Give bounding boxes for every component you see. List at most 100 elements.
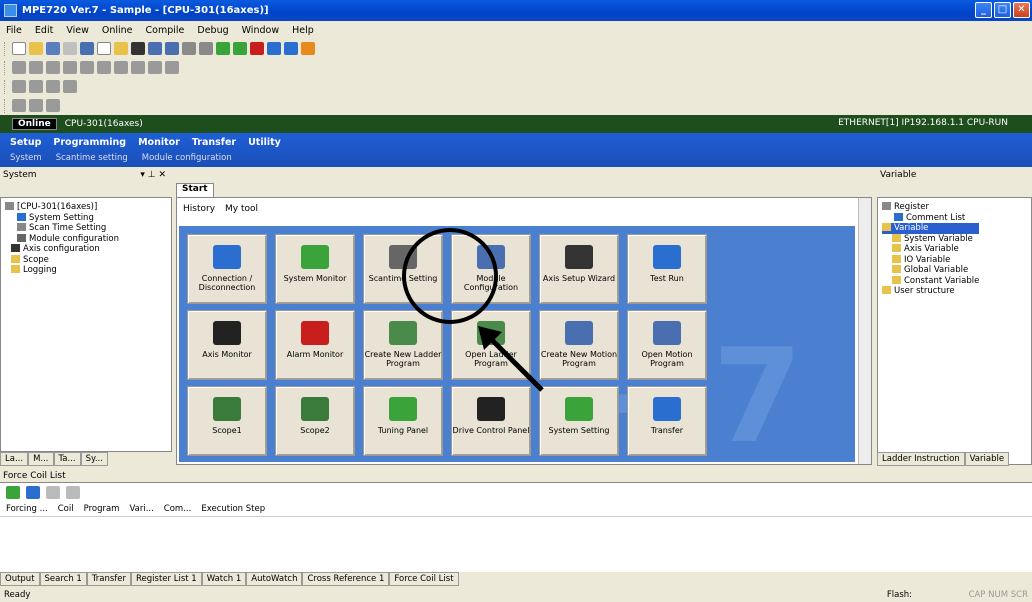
comment-icon[interactable]: [46, 80, 60, 93]
tile-axis-monitor[interactable]: Axis Monitor: [187, 310, 267, 380]
output-tab[interactable]: AutoWatch: [246, 572, 303, 586]
output-tab[interactable]: Search 1: [39, 572, 87, 586]
save-icon[interactable]: [46, 42, 60, 55]
tile-connection[interactable]: Connection / Disconnection: [187, 234, 267, 304]
tree-item[interactable]: Register: [882, 202, 979, 213]
menu-online[interactable]: Online: [102, 25, 133, 36]
tab-m[interactable]: M...: [28, 452, 54, 466]
tile-axis-wizard[interactable]: Axis Setup Wizard: [539, 234, 619, 304]
new-file-icon[interactable]: [12, 42, 26, 55]
menu-help[interactable]: Help: [292, 25, 314, 36]
column-header[interactable]: Vari...: [129, 504, 153, 514]
tree-item[interactable]: Constant Variable: [882, 275, 979, 287]
bookmark-icon[interactable]: [46, 99, 60, 112]
find-icon[interactable]: [182, 42, 196, 55]
tree-item[interactable]: Comment List: [882, 212, 979, 224]
output-tab[interactable]: Register List 1: [131, 572, 202, 586]
contact-nc-icon[interactable]: [29, 61, 43, 74]
tab-ladder-instruction[interactable]: Ladder Instruction: [877, 452, 965, 466]
coil-icon[interactable]: [46, 61, 60, 74]
tree-item[interactable]: System Setting: [5, 212, 119, 224]
label-icon[interactable]: [63, 80, 77, 93]
subtab-module-config[interactable]: Module configuration: [142, 153, 232, 163]
redo-icon[interactable]: [165, 42, 179, 55]
tile-scope1[interactable]: Scope1: [187, 386, 267, 456]
menu-file[interactable]: File: [6, 25, 22, 36]
print-icon[interactable]: [63, 42, 77, 55]
tab-programming[interactable]: Programming: [53, 137, 126, 148]
menu-debug[interactable]: Debug: [197, 25, 228, 36]
menu-view[interactable]: View: [66, 25, 89, 36]
replace-icon[interactable]: [199, 42, 213, 55]
tree-item[interactable]: User structure: [882, 286, 979, 297]
grid-icon[interactable]: [29, 99, 43, 112]
tree-item[interactable]: Axis Variable: [882, 244, 979, 255]
menu-compile[interactable]: Compile: [146, 25, 185, 36]
enable-icon[interactable]: [46, 486, 60, 499]
cut-icon[interactable]: [80, 42, 94, 55]
function-icon[interactable]: [63, 61, 77, 74]
tab-setup[interactable]: Setup: [10, 137, 41, 148]
copy-icon[interactable]: [97, 42, 111, 55]
column-header[interactable]: Coil: [58, 504, 74, 514]
open-file-icon[interactable]: [29, 42, 43, 55]
subtab-system[interactable]: System: [10, 153, 42, 163]
stop-icon[interactable]: [250, 42, 264, 55]
output-tab[interactable]: Transfer: [86, 572, 132, 586]
timer-icon[interactable]: [148, 61, 162, 74]
column-header[interactable]: Forcing ...: [6, 504, 48, 514]
logic-icon[interactable]: [131, 61, 145, 74]
subtab-scantime[interactable]: Scantime setting: [56, 153, 128, 163]
tree-item[interactable]: Scope: [5, 254, 119, 266]
add-coil-icon[interactable]: [6, 486, 20, 499]
upload-icon[interactable]: [284, 42, 298, 55]
online-icon[interactable]: [301, 42, 315, 55]
disable-icon[interactable]: [66, 486, 80, 499]
tab-start[interactable]: Start: [176, 183, 214, 197]
tab-monitor[interactable]: Monitor: [138, 137, 180, 148]
tile-open-motion[interactable]: Open Motion Program: [627, 310, 707, 380]
branch-icon[interactable]: [29, 80, 43, 93]
menu-edit[interactable]: Edit: [35, 25, 53, 36]
output-tab[interactable]: Cross Reference 1: [302, 572, 390, 586]
contact-no-icon[interactable]: [12, 61, 26, 74]
counter-icon[interactable]: [165, 61, 179, 74]
delete-icon[interactable]: [131, 42, 145, 55]
tree-item[interactable]: Global Variable: [882, 265, 979, 276]
tab-utility[interactable]: Utility: [248, 137, 281, 148]
tab-transfer[interactable]: Transfer: [192, 137, 236, 148]
tab-sy[interactable]: Sy...: [80, 452, 108, 466]
tile-test-run[interactable]: Test Run: [627, 234, 707, 304]
vertical-scrollbar[interactable]: [858, 198, 871, 464]
menu-window[interactable]: Window: [242, 25, 279, 36]
tile-scope2[interactable]: Scope2: [275, 386, 355, 456]
tree-item[interactable]: Logging: [5, 265, 119, 276]
tile-alarm-monitor[interactable]: Alarm Monitor: [275, 310, 355, 380]
tree-item[interactable]: Axis configuration: [5, 244, 119, 255]
tree-item[interactable]: IO Variable: [882, 254, 979, 266]
minimize-button[interactable]: _: [975, 2, 992, 18]
tree-item[interactable]: Scan Time Setting: [5, 223, 119, 234]
paste-icon[interactable]: [114, 42, 128, 55]
column-header[interactable]: Program: [84, 504, 120, 514]
tile-system-setting[interactable]: System Setting: [539, 386, 619, 456]
tile-system-monitor[interactable]: System Monitor: [275, 234, 355, 304]
mytool-link[interactable]: My tool: [225, 204, 258, 214]
tile-new-motion[interactable]: Create New Motion Program: [539, 310, 619, 380]
column-header[interactable]: Com...: [164, 504, 192, 514]
pane-pin-icon[interactable]: ▾ ⊥ ✕: [140, 170, 166, 180]
run-icon[interactable]: [233, 42, 247, 55]
tree-item[interactable]: System Variable: [882, 233, 979, 245]
tab-ladder[interactable]: La...: [0, 452, 29, 466]
maximize-button[interactable]: □: [994, 2, 1011, 18]
column-header[interactable]: Execution Step: [201, 504, 265, 514]
output-tab[interactable]: Output: [0, 572, 40, 586]
close-button[interactable]: ✕: [1013, 2, 1030, 18]
transfer-toolbar-icon[interactable]: [267, 42, 281, 55]
math-icon[interactable]: [97, 61, 111, 74]
move-icon[interactable]: [114, 61, 128, 74]
tab-ta[interactable]: Ta...: [53, 452, 81, 466]
refresh-icon[interactable]: [26, 486, 40, 499]
tab-variable[interactable]: Variable: [964, 452, 1010, 466]
tile-new-ladder[interactable]: Create New Ladder Program: [363, 310, 443, 380]
